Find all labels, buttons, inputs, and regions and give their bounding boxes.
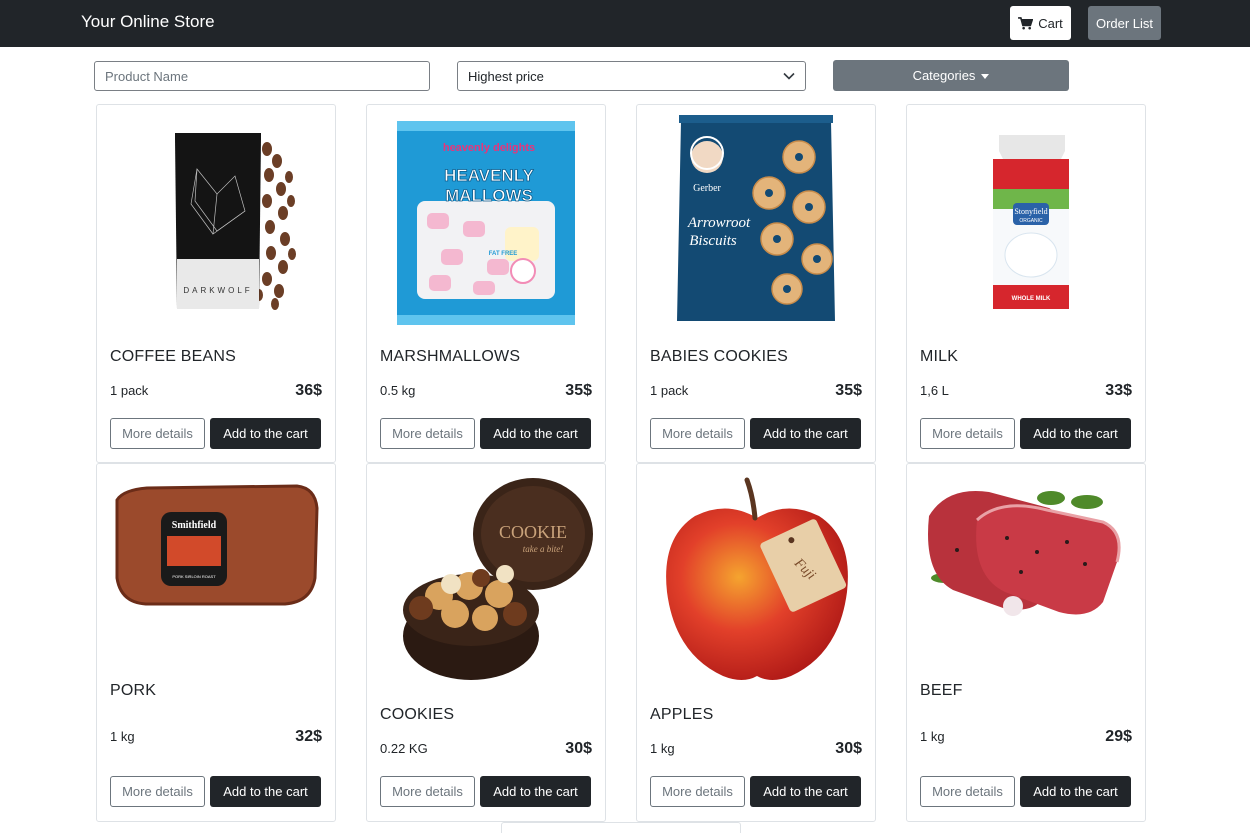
product-card: Gerber Arrowroot Biscuits BABIES COOKIES… — [636, 104, 876, 463]
coffee-bag-icon: DARKWOLF — [107, 109, 325, 331]
pork-brand-text: Smithfield — [172, 520, 217, 531]
more-details-button[interactable]: More details — [920, 418, 1015, 449]
more-details-button[interactable]: More details — [920, 776, 1015, 807]
marshmallow-bag-icon: heavenly delights HEAVENLY MALLOWS FAT F… — [377, 109, 595, 331]
cart-icon — [1018, 16, 1034, 29]
product-name: MILK — [920, 348, 959, 365]
product-quantity: 0.22 KG — [380, 741, 428, 756]
sort-select[interactable]: Highest price — [457, 61, 806, 91]
product-card: heavenly delights HEAVENLY MALLOWS FAT F… — [366, 104, 606, 463]
product-quantity: 1,6 L — [920, 383, 949, 398]
add-to-cart-button[interactable]: Add to the cart — [480, 776, 591, 807]
product-price: 29$ — [1105, 728, 1132, 745]
product-name: PORK — [110, 682, 157, 699]
product-card: DARKWOLF COFFEE BEANS 1 pack 36$ More de… — [96, 104, 336, 463]
product-quantity: 1 pack — [650, 383, 689, 398]
cookie-tin-icon: COOKIE take a bite! — [377, 468, 595, 690]
more-details-button[interactable]: More details — [380, 776, 475, 807]
caret-down-icon — [981, 73, 990, 79]
store-brand[interactable]: Your Online Store — [81, 12, 215, 32]
more-details-button[interactable]: More details — [110, 418, 205, 449]
product-name: COFFEE BEANS — [110, 348, 236, 365]
milk-label-text: WHOLE MILK — [1012, 296, 1051, 302]
more-details-button[interactable]: More details — [110, 776, 205, 807]
categories-dropdown-button[interactable]: Categories — [833, 60, 1069, 91]
product-quantity: 1 kg — [650, 741, 675, 756]
cart-button[interactable]: Cart — [1010, 6, 1071, 40]
svg-text:Arrowroot: Arrowroot — [687, 215, 751, 231]
add-to-cart-button[interactable]: Add to the cart — [750, 418, 861, 449]
product-price: 35$ — [835, 382, 862, 399]
milk-sub-text: ORGANIC — [1019, 218, 1043, 224]
pork-roast-icon: Smithfield PORK SIRLOIN ROAST — [107, 468, 325, 608]
order-list-button[interactable]: Order List — [1088, 6, 1161, 40]
milk-brand-text: Stonyfield — [1014, 207, 1047, 216]
product-quantity: 1 kg — [920, 729, 945, 744]
categories-label: Categories — [912, 68, 976, 83]
product-price: 32$ — [295, 728, 322, 745]
product-price: 35$ — [565, 382, 592, 399]
product-card: COOKIE take a bite! COOKIES 0.22 KG 30$ … — [366, 463, 606, 822]
product-name: BEEF — [920, 682, 963, 699]
add-to-cart-button[interactable]: Add to the cart — [210, 776, 321, 807]
apple-icon: Fuji — [647, 468, 865, 690]
pork-label-text: PORK SIRLOIN ROAST — [172, 574, 216, 579]
product-quantity: 0.5 kg — [380, 383, 416, 398]
add-to-cart-button[interactable]: Add to the cart — [210, 418, 321, 449]
product-name: BABIES COOKIES — [650, 348, 788, 365]
marshmallow-brand-top-text: heavenly delights — [443, 142, 535, 154]
product-card: Fuji APPLES 1 kg 30$ More details Add to… — [636, 463, 876, 822]
product-quantity: 1 pack — [110, 383, 149, 398]
product-search-input[interactable] — [94, 61, 430, 91]
product-card: Stonyfield ORGANIC WHOLE MILK MILK 1,6 L… — [906, 104, 1146, 463]
svg-text:MALLOWS: MALLOWS — [445, 186, 533, 205]
beef-steak-icon — [917, 468, 1135, 628]
product-name: APPLES — [650, 706, 714, 723]
add-to-cart-button[interactable]: Add to the cart — [1020, 776, 1131, 807]
more-details-button[interactable]: More details — [380, 418, 475, 449]
chevron-down-icon — [783, 72, 795, 80]
add-to-cart-button[interactable]: Add to the cart — [480, 418, 591, 449]
biscuit-brand-text: Gerber — [693, 183, 721, 194]
top-navbar: Your Online Store Cart Order List — [0, 0, 1250, 47]
cart-label: Cart — [1038, 15, 1063, 31]
more-details-button[interactable]: More details — [650, 418, 745, 449]
milk-carton-icon: Stonyfield ORGANIC WHOLE MILK — [917, 109, 1135, 331]
product-price: 33$ — [1105, 382, 1132, 399]
add-to-cart-button[interactable]: Add to the cart — [750, 776, 861, 807]
product-name: COOKIES — [380, 706, 455, 723]
next-card-edge — [501, 822, 741, 833]
biscuit-bag-icon: Gerber Arrowroot Biscuits — [647, 109, 865, 331]
svg-text:HEAVENLY: HEAVENLY — [444, 166, 534, 185]
product-quantity: 1 kg — [110, 729, 135, 744]
cookie-brand-text: COOKIE — [499, 522, 567, 542]
fat-free-badge: FAT FREE — [489, 251, 518, 257]
more-details-button[interactable]: More details — [650, 776, 745, 807]
product-name: MARSHMALLOWS — [380, 348, 521, 365]
sort-value: Highest price — [468, 68, 544, 84]
svg-text:Biscuits: Biscuits — [689, 233, 737, 249]
cookie-tag-text: take a bite! — [523, 544, 563, 554]
product-price: 36$ — [295, 382, 322, 399]
product-card: BEEF 1 kg 29$ More details Add to the ca… — [906, 463, 1146, 822]
product-price: 30$ — [835, 740, 862, 757]
add-to-cart-button[interactable]: Add to the cart — [1020, 418, 1131, 449]
coffee-brand-text: DARKWOLF — [183, 286, 252, 295]
product-card: Smithfield PORK SIRLOIN ROAST PORK 1 kg … — [96, 463, 336, 822]
product-price: 30$ — [565, 740, 592, 757]
